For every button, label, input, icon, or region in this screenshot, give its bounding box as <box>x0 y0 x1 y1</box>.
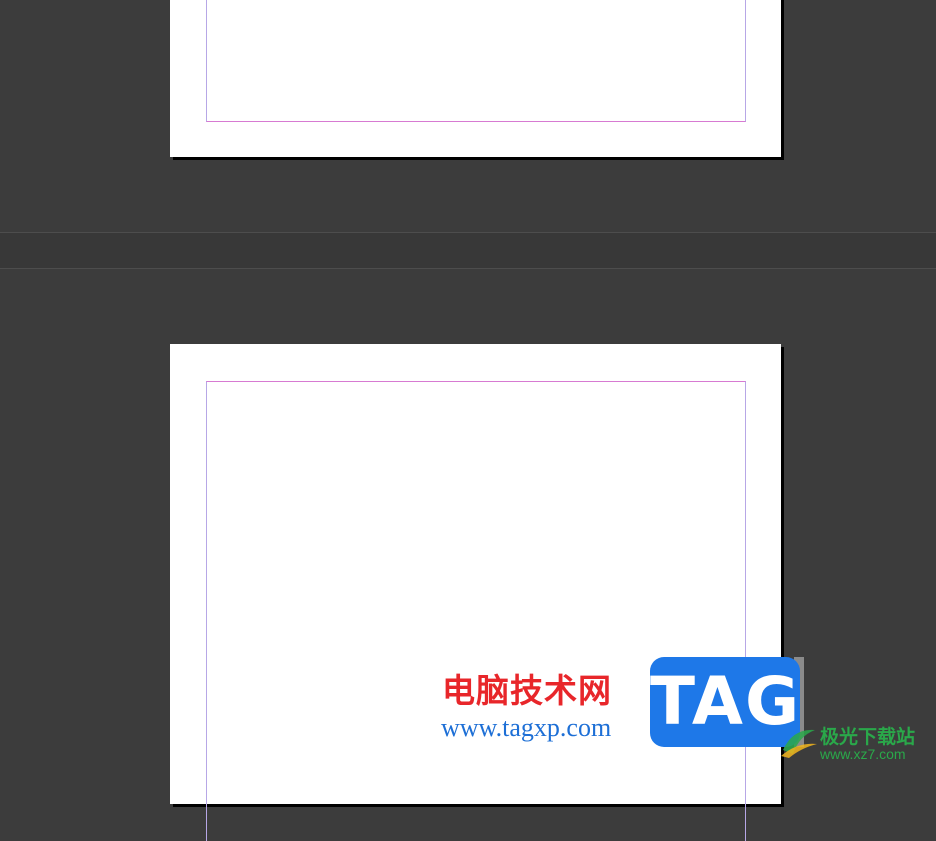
watermark-brand-cn: 电脑技术网 <box>442 671 612 710</box>
margin-guide-page-1 <box>206 0 746 122</box>
spread-separator <box>0 232 936 269</box>
watermark-tag-badge: TAG <box>650 657 800 747</box>
watermark: 电脑技术网 www.tagxp.com TAG 极光下载站 www.xz7.co… <box>438 656 936 770</box>
aurora-logo-icon <box>781 729 817 758</box>
watermark-site-url: www.xz7.com <box>820 746 906 762</box>
watermark-brand-url: www.tagxp.com <box>441 713 612 742</box>
document-page-1[interactable] <box>170 0 781 157</box>
watermark-site-cn: 极光下载站 <box>820 726 916 748</box>
margin-guide-page-2 <box>206 381 746 841</box>
